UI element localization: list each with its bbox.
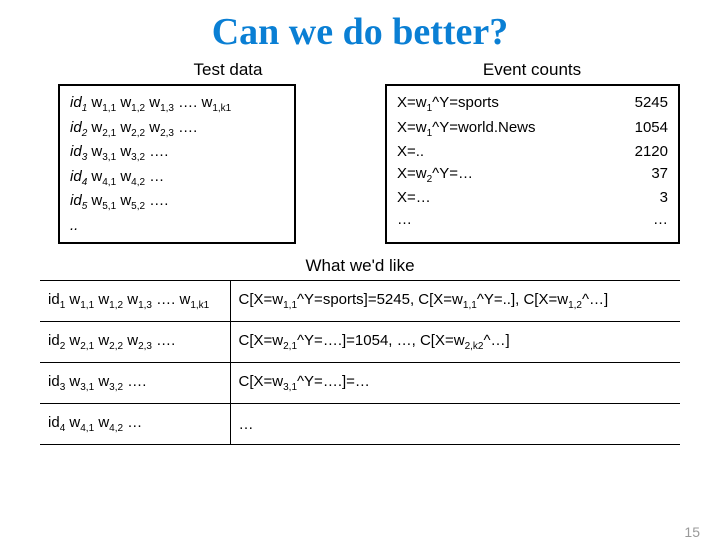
table-cell-right: C[X=w2,1^Y=….]=1054, …, C[X=w2,k2^…] bbox=[230, 322, 680, 363]
eventcount-row: X=w1^Y=world.News 1054 bbox=[397, 117, 668, 142]
eventcount-value: 5245 bbox=[618, 92, 668, 117]
eventcount-row: X=w2^Y=… 37 bbox=[397, 163, 668, 188]
testdata-row: .. bbox=[70, 215, 284, 237]
testdata-heading: Test data bbox=[108, 60, 348, 80]
table-cell-right: C[X=w3,1^Y=….]=… bbox=[230, 363, 680, 404]
table-cell-right: … bbox=[230, 404, 680, 445]
like-table: id1 w1,1 w1,2 w1,3 …. w1,k1C[X=w1,1^Y=sp… bbox=[40, 280, 680, 445]
eventcount-value: 3 bbox=[618, 187, 668, 209]
subheading-row: Test data Event counts bbox=[0, 60, 720, 80]
testdata-box: id1 w1,1 w1,2 w1,3 …. w1,k1id2 w2,1 w2,2… bbox=[58, 84, 296, 244]
page-title: Can we do better? bbox=[0, 10, 720, 54]
eventcount-value: 37 bbox=[618, 163, 668, 188]
eventcount-label: X=.. bbox=[397, 141, 424, 163]
eventcount-row: X=w1^Y=sports 5245 bbox=[397, 92, 668, 117]
table-cell-left: id3 w3,1 w3,2 …. bbox=[40, 363, 230, 404]
table-cell-left: id2 w2,1 w2,2 w2,3 …. bbox=[40, 322, 230, 363]
eventcount-row: …… bbox=[397, 209, 668, 231]
testdata-row: id4 w4,1 w4,2 … bbox=[70, 166, 284, 191]
table-row: id1 w1,1 w1,2 w1,3 …. w1,k1C[X=w1,1^Y=sp… bbox=[40, 281, 680, 322]
testdata-row: id3 w3,1 w3,2 …. bbox=[70, 141, 284, 166]
eventcount-value: … bbox=[618, 209, 668, 231]
eventcount-label: X=w1^Y=sports bbox=[397, 92, 499, 117]
table-row: id3 w3,1 w3,2 ….C[X=w3,1^Y=….]=… bbox=[40, 363, 680, 404]
testdata-row: id2 w2,1 w2,2 w2,3 …. bbox=[70, 117, 284, 142]
eventcount-label: X=w1^Y=world.News bbox=[397, 117, 536, 142]
eventcount-row: X=.. 2120 bbox=[397, 141, 668, 163]
eventcount-label: … bbox=[397, 209, 412, 231]
eventcount-label: X=… bbox=[397, 187, 431, 209]
table-cell-right: C[X=w1,1^Y=sports]=5245, C[X=w1,1^Y=..],… bbox=[230, 281, 680, 322]
eventcount-label: X=w2^Y=… bbox=[397, 163, 473, 188]
eventcount-value: 1054 bbox=[618, 117, 668, 142]
boxes-row: id1 w1,1 w1,2 w1,3 …. w1,k1id2 w2,1 w2,2… bbox=[0, 84, 720, 244]
testdata-row: id1 w1,1 w1,2 w1,3 …. w1,k1 bbox=[70, 92, 284, 117]
testdata-row: id5 w5,1 w5,2 …. bbox=[70, 190, 284, 215]
eventcount-row: X=… 3 bbox=[397, 187, 668, 209]
table-cell-left: id4 w4,1 w4,2 … bbox=[40, 404, 230, 445]
page-number: 15 bbox=[684, 524, 700, 540]
eventcounts-box: X=w1^Y=sports5245X=w1^Y=world.News1054X=… bbox=[385, 84, 680, 244]
eventcount-value: 2120 bbox=[618, 141, 668, 163]
table-row: id4 w4,1 w4,2 …… bbox=[40, 404, 680, 445]
table-row: id2 w2,1 w2,2 w2,3 ….C[X=w2,1^Y=….]=1054… bbox=[40, 322, 680, 363]
whatwed-heading: What we'd like bbox=[0, 256, 720, 276]
eventcounts-heading: Event counts bbox=[402, 60, 662, 80]
table-cell-left: id1 w1,1 w1,2 w1,3 …. w1,k1 bbox=[40, 281, 230, 322]
